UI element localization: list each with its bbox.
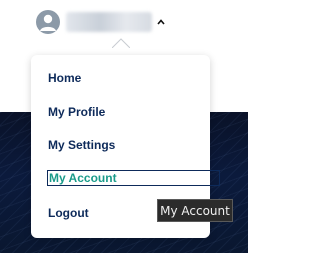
menu-item-my-account[interactable]: My Account — [47, 170, 220, 186]
dropdown-pointer — [112, 38, 130, 48]
user-avatar-icon — [36, 10, 60, 34]
chevron-up-icon — [156, 17, 166, 27]
menu-item-my-settings[interactable]: My Settings — [48, 138, 115, 152]
tooltip: My Account — [157, 199, 233, 222]
menu-item-my-profile[interactable]: My Profile — [48, 105, 105, 119]
user-name-redacted — [66, 12, 152, 32]
menu-item-logout[interactable]: Logout — [48, 206, 89, 220]
user-menu-toggle[interactable] — [36, 8, 166, 36]
menu-item-home[interactable]: Home — [48, 71, 81, 85]
